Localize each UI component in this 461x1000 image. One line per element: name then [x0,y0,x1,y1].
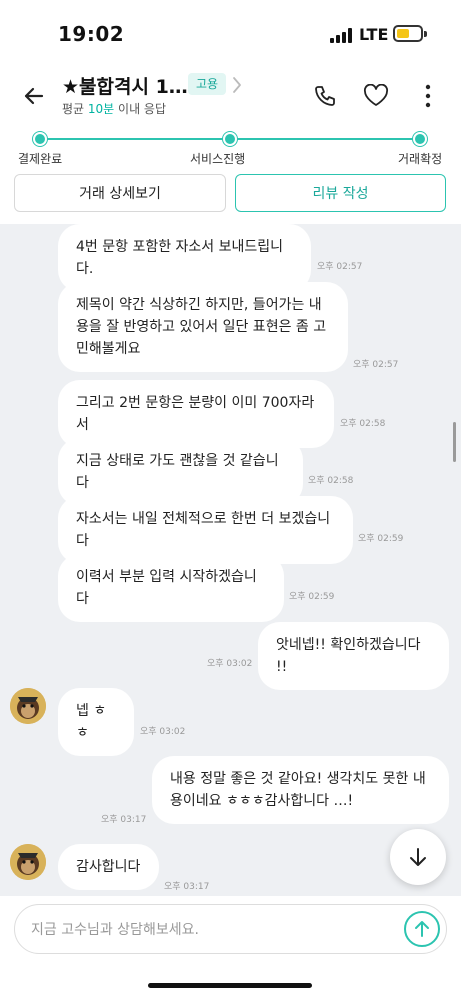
chat-header: ★불합격시 1… 고용 평균 10분 이내 응답 [0,64,461,126]
progress-step-confirmed: 거래확정 [398,152,443,166]
heart-icon [364,84,388,106]
deal-detail-button[interactable]: 거래 상세보기 [14,174,226,212]
hire-badge: 고용 [188,73,227,95]
progress-dot-3 [413,132,427,146]
progress-dot-2 [223,132,237,146]
send-button[interactable] [404,911,440,947]
home-indicator [148,983,312,988]
scrollbar[interactable] [453,422,456,462]
network-label: LTE [359,25,389,44]
message-time: 오후 03:17 [164,882,210,892]
message-time: 오후 02:59 [289,592,335,602]
progress-step-service: 서비스진행 [190,152,246,166]
call-button[interactable] [311,82,339,110]
deal-progress: 결제완료 서비스진행 거래확정 [0,126,461,172]
message-input-container [14,904,447,954]
message-time: 오후 02:57 [353,360,399,370]
message-bubble: 이력서 부분 입력 시작하겠습니다 [58,554,284,622]
response-suffix: 이내 응답 [114,102,167,116]
avatar[interactable] [10,844,46,880]
message-composer [0,896,461,1000]
message-bubble: 넵 ㅎㅎ [58,688,134,756]
avatar[interactable] [10,688,46,724]
monkey-avatar-icon [10,844,46,880]
progress-dot-1 [33,132,47,146]
response-time: 평균 10분 이내 응답 [62,100,166,117]
back-arrow-icon [24,87,44,105]
arrow-down-icon [410,848,426,866]
favorite-button[interactable] [362,82,390,110]
message-time: 오후 02:59 [358,534,404,544]
message-bubble-mine: 앗네넵!! 확인하겠습니다 !! [258,622,449,690]
message-bubble-mine: 내용 정말 좋은 것 같아요! 생각치도 못한 내용이네요 ㅎㅎㅎ감사합니다 …… [152,756,449,824]
deal-actions: 거래 상세보기 리뷰 작성 [0,172,461,224]
status-bar: 19:02 LTE [0,0,461,64]
message-time: 오후 02:57 [317,262,363,272]
message-time: 오후 03:17 [101,815,147,825]
response-highlight: 10분 [87,102,115,116]
message-time: 오후 03:02 [140,727,186,737]
progress-step-paid: 결제완료 [18,152,63,166]
arrow-up-icon [415,921,429,937]
monkey-avatar-icon [10,688,46,724]
scroll-to-bottom-button[interactable] [390,829,446,885]
message-time: 오후 02:58 [308,476,354,486]
signal-icon [330,27,352,43]
message-bubble: 제목이 약간 식상하긴 하지만, 들어가는 내용을 잘 반영하고 있어서 일단 … [58,282,348,372]
message-time: 오후 02:58 [340,419,386,429]
status-time: 19:02 [58,22,125,46]
message-time: 오후 03:02 [207,659,253,669]
write-review-button[interactable]: 리뷰 작성 [235,174,446,212]
response-prefix: 평균 [62,102,88,116]
chevron-right-icon[interactable] [230,74,244,96]
phone-icon [315,86,335,106]
message-bubble: 감사합니다 [58,844,159,890]
battery-tip [424,31,427,37]
back-button[interactable] [16,76,52,116]
chat-area[interactable]: 4번 문항 포함한 자소서 보내드립니다. 오후 02:57 제목이 약간 식상… [0,224,461,896]
chat-title[interactable]: ★불합격시 1… [62,72,188,99]
more-vertical-icon [425,84,431,108]
more-button[interactable] [414,82,442,110]
battery-icon [393,25,423,42]
message-input[interactable] [31,917,391,943]
